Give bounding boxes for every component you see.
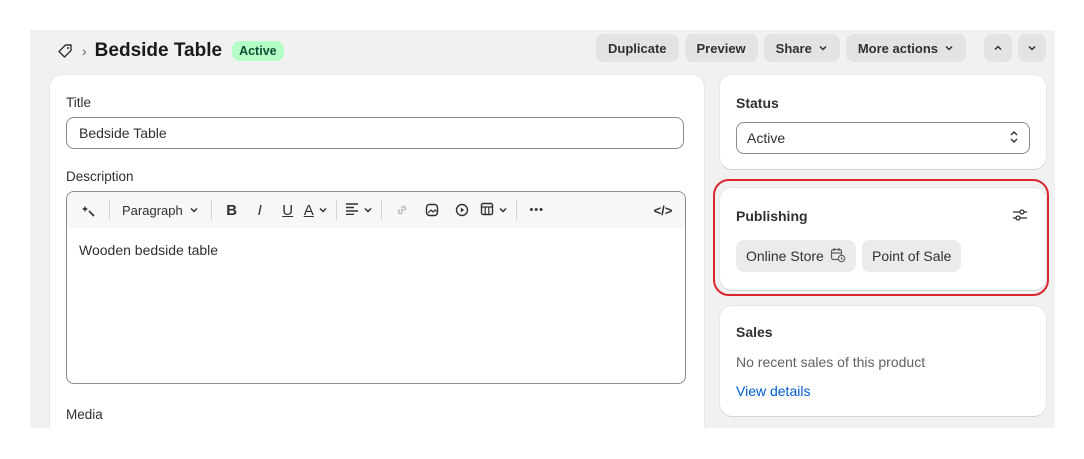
product-details-card: Title Bedside Table Description Paragrap… [50, 75, 704, 428]
italic-button[interactable]: I [248, 198, 272, 222]
status-card: Status Active [720, 75, 1046, 169]
header-actions: Duplicate Preview Share More actions [596, 34, 1046, 62]
select-chevrons-icon [1009, 130, 1019, 147]
table-dropdown[interactable] [480, 198, 508, 222]
video-icon[interactable] [450, 198, 474, 222]
image-icon[interactable] [420, 198, 444, 222]
chevron-down-icon [363, 203, 373, 218]
more-actions-button[interactable]: More actions [845, 34, 966, 62]
page-header: › Bedside Table Active [56, 36, 284, 66]
calendar-clock-icon [830, 247, 846, 266]
share-button[interactable]: Share [763, 34, 840, 62]
duplicate-button[interactable]: Duplicate [596, 34, 679, 62]
chevron-down-icon [1027, 41, 1037, 56]
description-text: Wooden bedside table [79, 242, 219, 258]
align-left-icon [345, 202, 359, 218]
paragraph-label: Paragraph [122, 202, 183, 218]
toolbar-divider [335, 200, 337, 220]
title-input[interactable]: Bedside Table [66, 117, 684, 149]
sales-empty-text: No recent sales of this product [736, 354, 926, 370]
page-title: Bedside Table [94, 40, 223, 61]
text-color-label: A [303, 201, 314, 219]
chevron-down-icon [818, 41, 828, 56]
online-store-channel[interactable]: Online Store [736, 240, 856, 272]
tag-icon [56, 42, 74, 60]
link-icon[interactable] [390, 198, 414, 222]
share-label: Share [775, 40, 812, 56]
duplicate-label: Duplicate [608, 40, 667, 56]
status-badge: Active [232, 41, 284, 61]
more-actions-label: More actions [857, 40, 938, 56]
chevron-up-icon [993, 41, 1003, 56]
chevron-down-icon [189, 203, 199, 218]
align-dropdown[interactable] [345, 198, 373, 222]
status-select-value: Active [747, 130, 786, 146]
view-details-link[interactable]: View details [736, 383, 810, 399]
point-of-sale-channel[interactable]: Point of Sale [862, 240, 962, 272]
text-color-dropdown[interactable]: A [304, 198, 328, 222]
chevron-down-icon [944, 41, 954, 56]
toolbar-divider [210, 200, 212, 220]
preview-button[interactable]: Preview [684, 34, 758, 62]
point-of-sale-label: Point of Sale [872, 248, 952, 264]
breadcrumb-chevron-icon: › [82, 43, 87, 59]
status-title: Status [736, 95, 779, 111]
previous-product-button[interactable] [984, 34, 1012, 62]
status-select[interactable]: Active [736, 122, 1030, 154]
title-label: Title [66, 95, 92, 110]
online-store-label: Online Store [746, 248, 824, 264]
underline-button[interactable]: U [276, 198, 300, 222]
description-label: Description [66, 169, 134, 184]
chevron-down-icon [318, 203, 328, 218]
publishing-card: Publishing Online Store Point of Sale [720, 188, 1046, 290]
media-label: Media [66, 407, 103, 422]
next-product-button[interactable] [1018, 34, 1046, 62]
bold-button[interactable]: B [220, 198, 244, 222]
publishing-title: Publishing [736, 208, 808, 224]
sales-card: Sales No recent sales of this product Vi… [720, 306, 1046, 416]
table-icon [480, 202, 494, 219]
paragraph-dropdown[interactable]: Paragraph [118, 198, 203, 222]
more-options-button[interactable]: ••• [525, 198, 549, 222]
toolbar-divider [109, 200, 110, 220]
sales-title: Sales [736, 324, 773, 340]
manage-channels-icon[interactable] [1012, 208, 1028, 227]
description-editor[interactable]: Paragraph B I U A ••• </> Wooden bedside… [66, 191, 686, 384]
code-view-button[interactable]: </> [651, 198, 675, 222]
magic-icon[interactable] [77, 198, 101, 222]
preview-label: Preview [696, 40, 746, 56]
chevron-down-icon [498, 203, 508, 218]
app-canvas: › Bedside Table Active Duplicate Preview… [30, 30, 1055, 428]
toolbar-divider [380, 200, 382, 220]
toolbar-divider [515, 200, 517, 220]
editor-toolbar: Paragraph B I U A ••• </> [67, 192, 685, 228]
